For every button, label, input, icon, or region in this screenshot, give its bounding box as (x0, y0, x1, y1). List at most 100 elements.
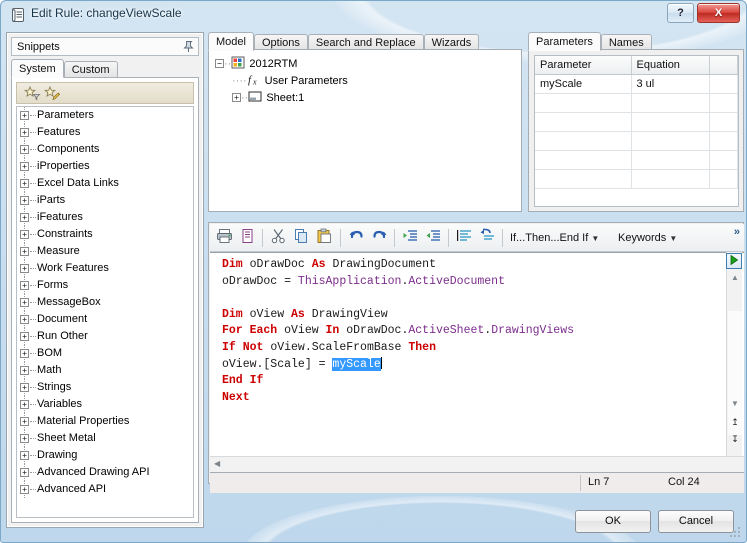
tree-node-sheet[interactable]: + ·· Sheet:1 (215, 90, 348, 107)
parameters-cell-empty[interactable] (535, 150, 632, 170)
collapse-toggle-document[interactable]: − (215, 59, 224, 68)
parameters-cell-empty[interactable] (709, 93, 738, 113)
tab-model[interactable]: Model (208, 32, 254, 51)
table-row-empty[interactable] (535, 112, 738, 132)
snippet-tree-item[interactable]: + iFeatures (17, 209, 193, 226)
expand-toggle-icon[interactable]: + (20, 383, 29, 392)
indent-icon[interactable] (400, 228, 421, 248)
code-horizontal-scrollbar[interactable]: ◀ (210, 456, 744, 472)
uncomment-block-icon[interactable] (477, 228, 498, 248)
expand-toggle-icon[interactable]: + (20, 247, 29, 256)
resize-grip[interactable] (730, 527, 742, 539)
parameters-cell-empty[interactable] (535, 93, 632, 113)
snippet-tree-item[interactable]: + Run Other (17, 328, 193, 345)
snippet-tree-item[interactable]: + Material Properties (17, 413, 193, 430)
table-row[interactable]: myScale 3 ul (535, 74, 738, 94)
snippet-tree-item[interactable]: + iParts (17, 192, 193, 209)
undo-icon[interactable] (346, 228, 367, 248)
parameters-cell-empty[interactable] (535, 112, 632, 132)
snippet-edit-icon[interactable] (43, 85, 61, 102)
tab-custom[interactable]: Custom (63, 61, 118, 78)
parameters-cell-empty[interactable] (631, 131, 710, 151)
snippet-tree-item[interactable]: + Parameters (17, 107, 193, 124)
expand-toggle-icon[interactable]: + (20, 451, 29, 460)
parameters-cell[interactable]: myScale (535, 74, 632, 94)
snippet-tree-item[interactable]: + Advanced API (17, 481, 193, 498)
expand-toggle-icon[interactable]: + (20, 145, 29, 154)
expand-toggle-icon[interactable]: + (20, 128, 29, 137)
expand-toggle-sheet[interactable]: + (232, 93, 241, 102)
snippet-tree-item[interactable]: + Constraints (17, 226, 193, 243)
table-row-empty[interactable] (535, 150, 738, 170)
expand-toggle-icon[interactable]: + (20, 332, 29, 341)
snippets-tree[interactable]: + Parameters + Features + Components + iPropert… (16, 106, 194, 518)
parameters-cell-empty[interactable] (631, 169, 710, 189)
scroll-left-arrow-icon[interactable]: ◀ (214, 459, 220, 468)
parameters-column-header[interactable]: Parameter (535, 56, 632, 75)
print-preview-icon[interactable] (237, 228, 258, 248)
snippet-tree-item[interactable]: + Document (17, 311, 193, 328)
toolbar-overflow-button[interactable]: » (734, 226, 740, 238)
snippet-tree-item[interactable]: + BOM (17, 345, 193, 362)
tree-node-document[interactable]: − ·· 2012RTM (215, 56, 348, 73)
parameters-cell-empty[interactable] (631, 150, 710, 170)
parameters-cell-empty[interactable] (535, 169, 632, 189)
tab-system[interactable]: System (11, 59, 64, 78)
expand-toggle-icon[interactable]: + (20, 349, 29, 358)
table-row-empty[interactable] (535, 131, 738, 151)
run-rule-icon[interactable] (726, 253, 742, 269)
statement-dropdown[interactable]: If...Then...End If ▼ (510, 229, 599, 247)
table-row-empty[interactable] (535, 169, 738, 189)
snippet-tree-item[interactable]: + Components (17, 141, 193, 158)
help-button[interactable]: ? (667, 3, 694, 23)
parameters-cell-empty[interactable] (709, 112, 738, 132)
expand-toggle-icon[interactable]: + (20, 281, 29, 290)
scroll-page-up-icon[interactable]: ↥ (729, 417, 741, 428)
expand-toggle-icon[interactable]: + (20, 196, 29, 205)
parameters-cell-empty[interactable] (709, 150, 738, 170)
expand-toggle-icon[interactable]: + (20, 298, 29, 307)
comment-block-icon[interactable] (454, 228, 475, 248)
expand-toggle-icon[interactable]: + (20, 417, 29, 426)
snippet-tree-item[interactable]: + Advanced Drawing API (17, 464, 193, 481)
snippet-tree-item[interactable]: + Features (17, 124, 193, 141)
redo-icon[interactable] (369, 228, 390, 248)
tree-node-user-parameters[interactable]: ···· f x User Parameters (215, 73, 348, 90)
snippet-tree-item[interactable]: + Sheet Metal (17, 430, 193, 447)
snippet-tree-item[interactable]: + Measure (17, 243, 193, 260)
code-text-area[interactable]: Dim oDrawDoc As DrawingDocument oDrawDoc … (210, 252, 744, 456)
parameters-cell[interactable]: 3 ul (631, 74, 710, 94)
parameters-column-header[interactable]: Equation (631, 56, 710, 75)
expand-toggle-icon[interactable]: + (20, 213, 29, 222)
expand-toggle-icon[interactable]: + (20, 315, 29, 324)
scroll-down-arrow-icon[interactable]: ▼ (729, 398, 741, 409)
snippet-tree-item[interactable]: + Variables (17, 396, 193, 413)
snippet-tree-item[interactable]: + Math (17, 362, 193, 379)
paste-icon[interactable] (314, 228, 335, 248)
parameters-cell-empty[interactable] (631, 93, 710, 113)
snippet-tree-item[interactable]: + Excel Data Links (17, 175, 193, 192)
model-tree[interactable]: − ·· 2012RTM ···· f x User Parameters + ·· Shee… (215, 56, 348, 107)
copy-icon[interactable] (291, 228, 312, 248)
snippet-filter-icon[interactable] (23, 85, 41, 102)
expand-toggle-icon[interactable]: + (20, 400, 29, 409)
cut-icon[interactable] (268, 228, 289, 248)
ok-button[interactable]: OK (575, 510, 651, 533)
expand-toggle-icon[interactable]: + (20, 366, 29, 375)
parameters-cell-empty[interactable] (709, 169, 738, 189)
expand-toggle-icon[interactable]: + (20, 485, 29, 494)
parameters-cell-empty[interactable] (535, 131, 632, 151)
snippet-tree-item[interactable]: + Drawing (17, 447, 193, 464)
expand-toggle-icon[interactable]: + (20, 468, 29, 477)
snippet-tree-item[interactable]: + MessageBox (17, 294, 193, 311)
code-vertical-scrollbar[interactable]: ▲ ▼ ↥ ↧ (726, 252, 742, 456)
snippet-tree-item[interactable]: + Work Features (17, 260, 193, 277)
snippet-tree-item[interactable]: + Forms (17, 277, 193, 294)
parameters-cell-empty[interactable] (709, 131, 738, 151)
tab-parameters[interactable]: Parameters (528, 32, 601, 51)
parameters-column-header[interactable] (709, 56, 738, 75)
expand-toggle-icon[interactable]: + (20, 230, 29, 239)
snippet-tree-item[interactable]: + iProperties (17, 158, 193, 175)
expand-toggle-icon[interactable]: + (20, 434, 29, 443)
expand-toggle-icon[interactable]: + (20, 264, 29, 273)
